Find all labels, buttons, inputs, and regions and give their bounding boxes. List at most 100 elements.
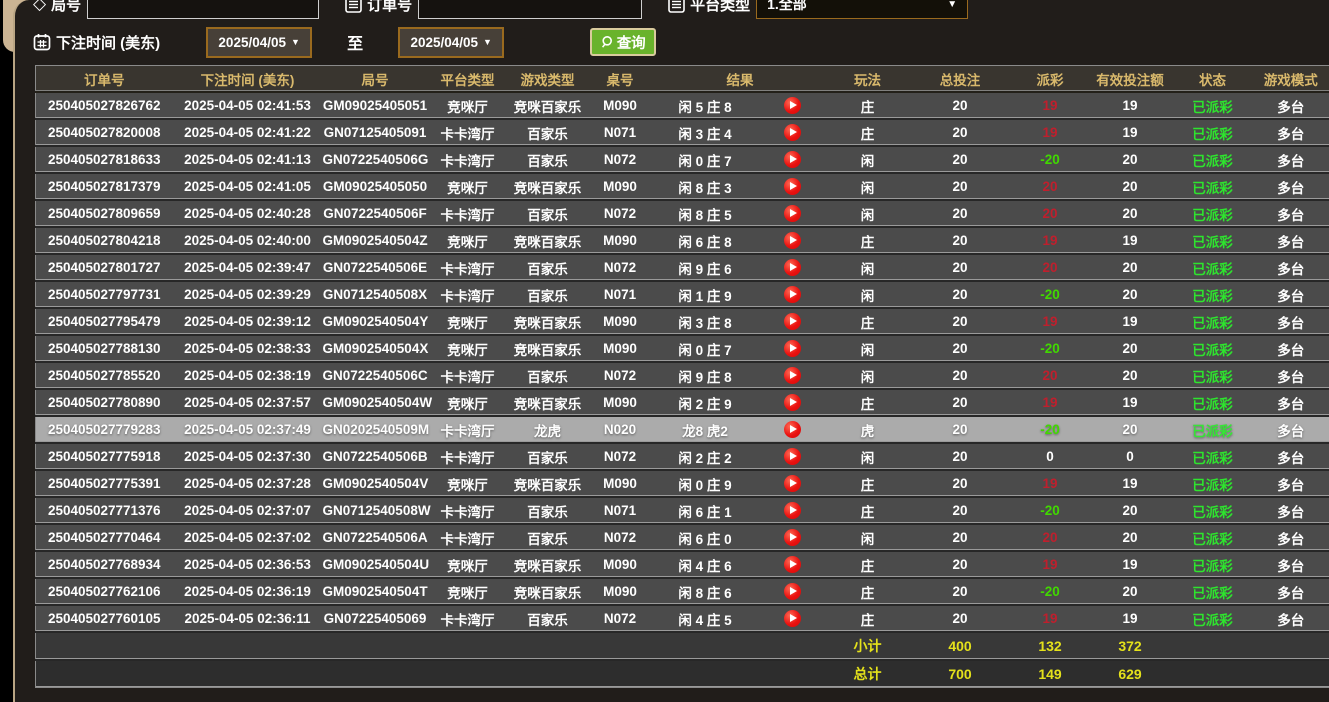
payout-cell: 20 bbox=[1013, 200, 1088, 227]
date-to-select[interactable]: 2025/04/05 ▼ bbox=[398, 27, 504, 58]
play-icon[interactable] bbox=[784, 340, 801, 357]
round-number-cell: GM09025405050 bbox=[323, 173, 428, 200]
round-number-input[interactable] bbox=[87, 0, 319, 19]
game-type-cell: 百家乐 bbox=[508, 524, 588, 551]
play-icon[interactable] bbox=[784, 205, 801, 222]
play-icon[interactable] bbox=[784, 97, 801, 114]
table-row[interactable]: 2504050278042182025-04-05 02:40:00GM0902… bbox=[36, 227, 1329, 254]
play-icon[interactable] bbox=[784, 583, 801, 600]
video-replay-cell bbox=[758, 470, 828, 497]
game-type-cell: 百家乐 bbox=[508, 281, 588, 308]
bet-time-cell: 2025-04-05 02:41:22 bbox=[173, 119, 323, 146]
table-row[interactable]: 2504050277621062025-04-05 02:36:19GM0902… bbox=[36, 578, 1329, 605]
play-icon[interactable] bbox=[784, 367, 801, 384]
query-button[interactable]: 查询 bbox=[590, 28, 656, 56]
table-row[interactable]: 2504050277704642025-04-05 02:37:02GN0722… bbox=[36, 524, 1329, 551]
table-row[interactable]: 2504050277713762025-04-05 02:37:07GN0712… bbox=[36, 497, 1329, 524]
table-row[interactable]: 2504050277977312025-04-05 02:39:29GN0712… bbox=[36, 281, 1329, 308]
play-icon[interactable] bbox=[784, 529, 801, 546]
table-number-cell: M090 bbox=[588, 92, 653, 119]
column-header: 下注时间 (美东) bbox=[173, 66, 323, 93]
payout-cell: -20 bbox=[1013, 578, 1088, 605]
play-icon[interactable] bbox=[784, 313, 801, 330]
valid-bet-cell: 20 bbox=[1088, 254, 1173, 281]
status-cell: 已派彩 bbox=[1173, 173, 1253, 200]
table-row[interactable]: 2504050278186332025-04-05 02:41:13GN0722… bbox=[36, 146, 1329, 173]
play-icon[interactable] bbox=[784, 556, 801, 573]
table-row[interactable]: 2504050277689342025-04-05 02:36:53GM0902… bbox=[36, 551, 1329, 578]
platform-type-select[interactable]: 1.全部 ▼ bbox=[756, 0, 968, 19]
table-row[interactable]: 2504050278267622025-04-05 02:41:53GM0902… bbox=[36, 92, 1329, 119]
play-icon[interactable] bbox=[784, 394, 801, 411]
table-row[interactable]: 2504050278017272025-04-05 02:39:47GN0722… bbox=[36, 254, 1329, 281]
table-number-cell: M090 bbox=[588, 227, 653, 254]
status-cell: 已派彩 bbox=[1173, 497, 1253, 524]
play-icon[interactable] bbox=[784, 475, 801, 492]
table-row[interactable]: 2504050277753912025-04-05 02:37:28GM0902… bbox=[36, 470, 1329, 497]
table-row[interactable]: 2504050277855202025-04-05 02:38:19GN0722… bbox=[36, 362, 1329, 389]
table-row[interactable]: 2504050278200082025-04-05 02:41:22GN0712… bbox=[36, 119, 1329, 146]
bet-time-cell: 2025-04-05 02:40:28 bbox=[173, 200, 323, 227]
bet-time-cell: 2025-04-05 02:40:00 bbox=[173, 227, 323, 254]
play-icon[interactable] bbox=[784, 232, 801, 249]
list-icon bbox=[668, 0, 685, 13]
status-cell: 已派彩 bbox=[1173, 362, 1253, 389]
bet-time-cell: 2025-04-05 02:39:47 bbox=[173, 254, 323, 281]
game-mode-cell: 多台 bbox=[1253, 335, 1329, 362]
play-type-cell: 闲 bbox=[828, 146, 908, 173]
game-mode-cell: 多台 bbox=[1253, 416, 1329, 443]
play-type-cell: 庄 bbox=[828, 497, 908, 524]
date-from-select[interactable]: 2025/04/05 ▼ bbox=[206, 27, 312, 58]
status-cell: 已派彩 bbox=[1173, 146, 1253, 173]
result-cell: 闲 3 庄 8 bbox=[653, 308, 758, 335]
game-type-cell: 竞咪百家乐 bbox=[508, 389, 588, 416]
round-number-cell: GN0722540506E bbox=[323, 254, 428, 281]
subtotal-row: 小计400132372 bbox=[36, 632, 1329, 660]
play-icon[interactable] bbox=[784, 448, 801, 465]
column-header: 状态 bbox=[1173, 66, 1253, 93]
total-bet-cell: 20 bbox=[908, 227, 1013, 254]
play-type-cell: 庄 bbox=[828, 308, 908, 335]
result-cell: 闲 6 庄 0 bbox=[653, 524, 758, 551]
table-row[interactable]: 2504050277792832025-04-05 02:37:49GN0202… bbox=[36, 416, 1329, 443]
result-cell: 闲 2 庄 2 bbox=[653, 443, 758, 470]
table-row[interactable]: 2504050277601052025-04-05 02:36:11GN0722… bbox=[36, 605, 1329, 632]
platform-type-cell: 竞咪厅 bbox=[428, 335, 508, 362]
table-row[interactable]: 2504050277881302025-04-05 02:38:33GM0902… bbox=[36, 335, 1329, 362]
play-icon[interactable] bbox=[784, 502, 801, 519]
platform-type-cell: 卡卡湾厅 bbox=[428, 443, 508, 470]
status-cell: 已派彩 bbox=[1173, 416, 1253, 443]
table-number-cell: N071 bbox=[588, 497, 653, 524]
column-header: 订单号 bbox=[36, 66, 173, 93]
order-number-label: 订单号 bbox=[367, 0, 412, 15]
game-mode-cell: 多台 bbox=[1253, 254, 1329, 281]
game-mode-cell: 多台 bbox=[1253, 578, 1329, 605]
order-number-cell: 250405027809659 bbox=[36, 200, 173, 227]
table-row[interactable]: 2504050277759182025-04-05 02:37:30GN0722… bbox=[36, 443, 1329, 470]
status-cell: 已派彩 bbox=[1173, 227, 1253, 254]
play-icon[interactable] bbox=[784, 610, 801, 627]
payout-cell: 0 bbox=[1013, 443, 1088, 470]
play-icon[interactable] bbox=[784, 421, 801, 438]
payout-cell: 20 bbox=[1013, 524, 1088, 551]
result-cell: 闲 8 庄 6 bbox=[653, 578, 758, 605]
video-replay-cell bbox=[758, 443, 828, 470]
status-cell: 已派彩 bbox=[1173, 578, 1253, 605]
valid-bet-cell: 19 bbox=[1088, 119, 1173, 146]
table-row[interactable]: 2504050277954792025-04-05 02:39:12GM0902… bbox=[36, 308, 1329, 335]
play-icon[interactable] bbox=[784, 124, 801, 141]
order-number-input[interactable] bbox=[418, 0, 642, 19]
round-number-label: 局号 bbox=[51, 0, 81, 15]
summary-label: 总计 bbox=[828, 660, 908, 688]
total-bet-cell: 20 bbox=[908, 470, 1013, 497]
play-icon[interactable] bbox=[784, 178, 801, 195]
play-icon[interactable] bbox=[784, 286, 801, 303]
play-icon[interactable] bbox=[784, 151, 801, 168]
filter-row-bottom: 下注时间 (美东) 2025/04/05 ▼ 至 2025/04/05 ▼ 查询 bbox=[33, 27, 656, 57]
table-row[interactable]: 2504050278096592025-04-05 02:40:28GN0722… bbox=[36, 200, 1329, 227]
table-row[interactable]: 2504050278173792025-04-05 02:41:05GM0902… bbox=[36, 173, 1329, 200]
status-cell: 已派彩 bbox=[1173, 254, 1253, 281]
total-bet-cell: 20 bbox=[908, 119, 1013, 146]
table-row[interactable]: 2504050277808902025-04-05 02:37:57GM0902… bbox=[36, 389, 1329, 416]
play-icon[interactable] bbox=[784, 259, 801, 276]
